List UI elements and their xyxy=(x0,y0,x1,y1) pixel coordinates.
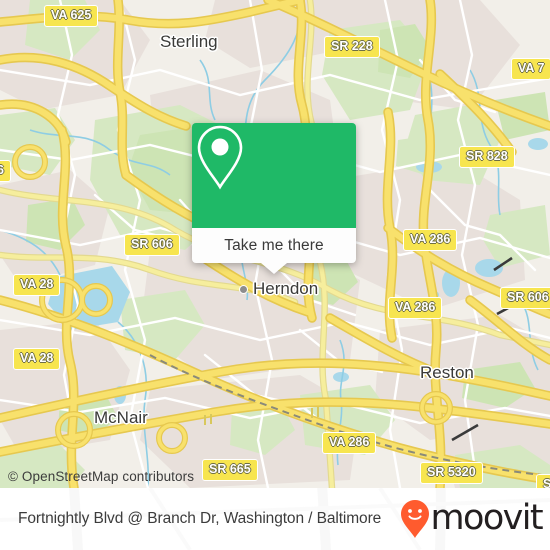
place-label: Sterling xyxy=(160,32,218,51)
road-shield: VA 28 xyxy=(13,274,61,296)
road-shield: S xyxy=(536,474,550,488)
moovit-logo: moovit xyxy=(400,497,544,539)
place-label: Reston xyxy=(420,363,474,382)
popup-tail xyxy=(261,263,287,274)
road-shield: SR 606 xyxy=(500,287,550,309)
road-shield: VA 28 xyxy=(13,348,61,370)
location-popup[interactable]: Take me there xyxy=(192,123,356,274)
moovit-wordmark: moovit xyxy=(430,497,544,538)
station-title: Fortnightly Blvd @ Branch Dr, Washington… xyxy=(18,510,382,527)
road-shield: SR 828 xyxy=(459,146,515,168)
map-pin-icon xyxy=(197,125,243,190)
road-shield: SR 606 xyxy=(124,234,180,256)
road-shield: SR 665 xyxy=(202,459,258,481)
moovit-pin-smiley-icon xyxy=(400,500,429,538)
road-shield: VA 286 xyxy=(322,432,377,454)
popup-image-area xyxy=(192,123,356,228)
map-screenshot: Sterling Herndon Reston McNair VA 625 SR 228… xyxy=(0,0,550,550)
place-marker-dot xyxy=(239,285,248,294)
road-shield: VA 7 xyxy=(511,58,550,80)
road-shield: VA 286 xyxy=(403,229,458,251)
popup-cta[interactable]: Take me there xyxy=(192,228,356,263)
footer-bar: Fortnightly Blvd @ Branch Dr, Washington… xyxy=(0,488,550,550)
road-shield: VA 286 xyxy=(388,297,443,319)
map-canvas[interactable]: Sterling Herndon Reston McNair VA 625 SR 228… xyxy=(0,0,550,488)
popup-cta-label: Take me there xyxy=(224,236,324,254)
road-shield: SR 228 xyxy=(324,36,380,58)
place-label: McNair xyxy=(94,408,148,427)
road-shield: 6 xyxy=(0,160,11,182)
place-label: Herndon xyxy=(253,279,319,298)
road-shield: SR 5320 xyxy=(420,462,483,484)
road-shield: VA 625 xyxy=(44,5,99,27)
osm-attribution[interactable]: © OpenStreetMap contributors xyxy=(8,469,194,484)
